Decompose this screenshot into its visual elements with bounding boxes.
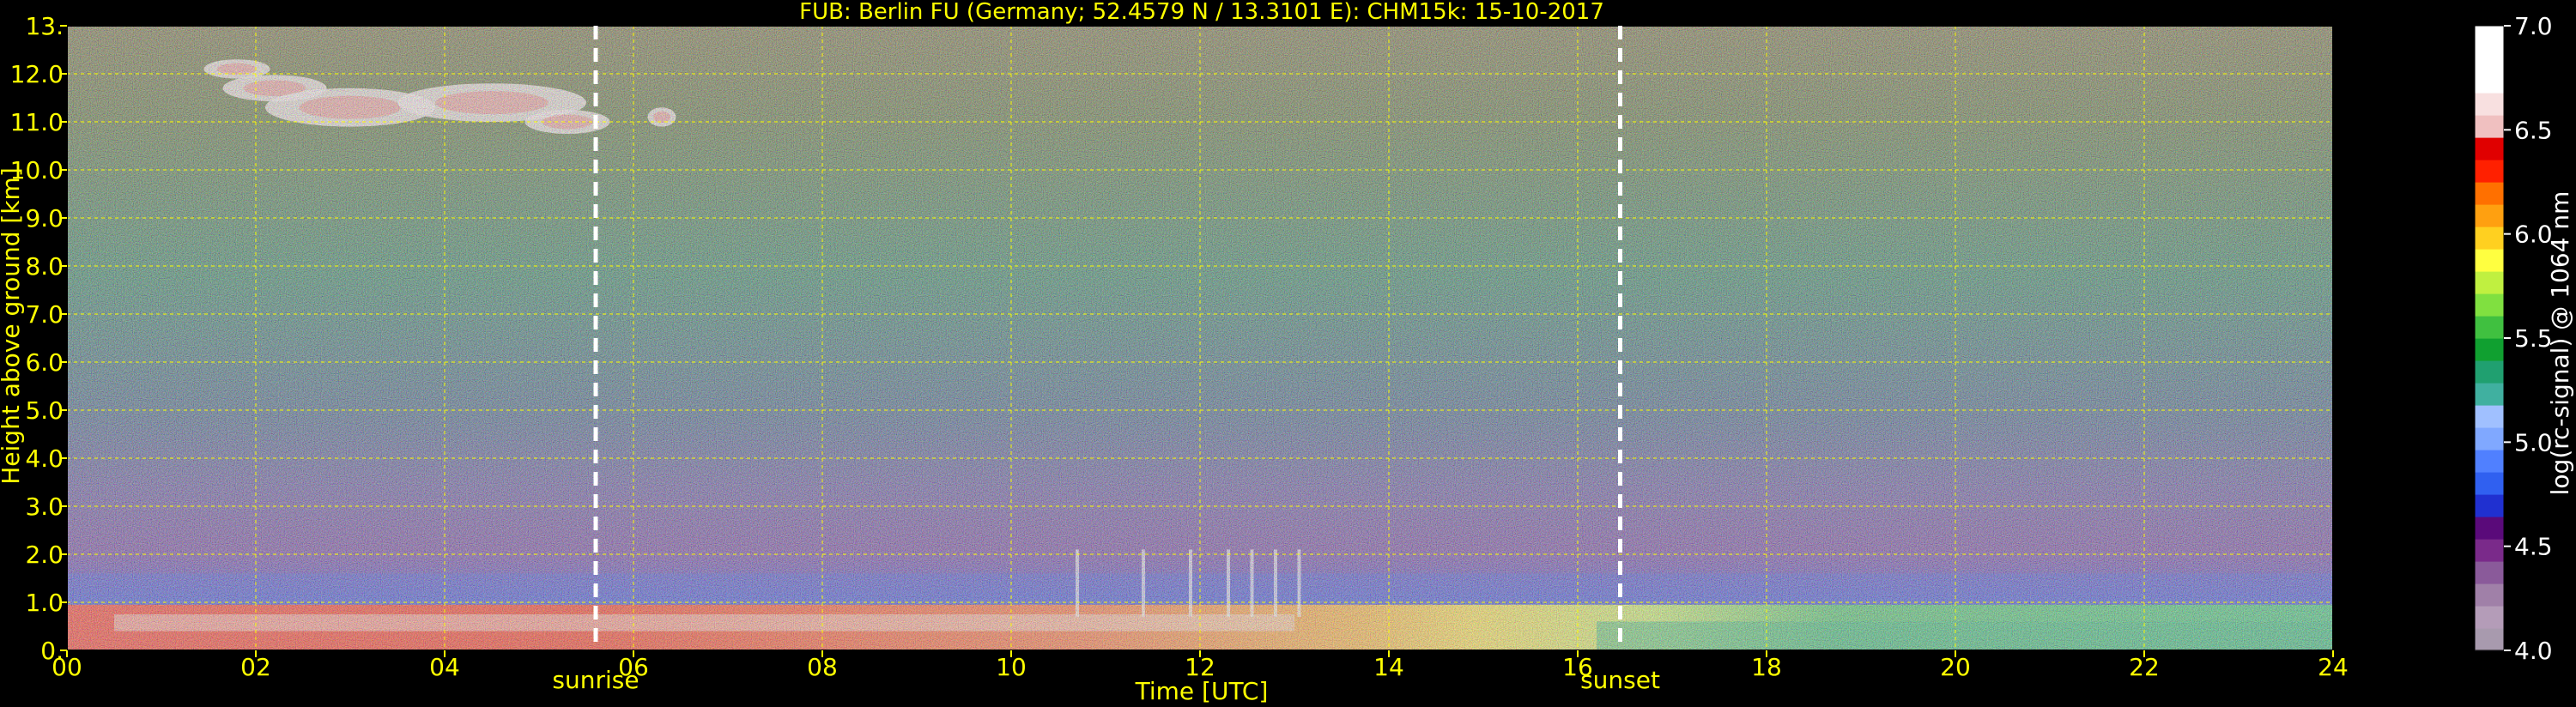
colorbar-label: log(rc-signal) @ 1064 nm: [2546, 191, 2574, 496]
colorbar-segment: [2475, 182, 2504, 205]
y-tick-label: 3.0: [25, 492, 64, 521]
colorbar-segment: [2475, 472, 2504, 495]
y-axis-label: Height above ground [km]: [0, 167, 25, 485]
colorbar-segment: [2475, 561, 2504, 584]
y-tick-label: 9.0: [25, 204, 64, 233]
colorbar-segment: [2475, 204, 2504, 227]
chart-title: FUB: Berlin FU (Germany; 52.4579 N / 13.…: [799, 0, 1604, 25]
colorbar-segment: [2475, 316, 2504, 339]
x-tick-label: 00: [52, 653, 82, 681]
colorbar-segment: [2475, 405, 2504, 428]
colorbar-segment: [2475, 360, 2504, 384]
colorbar-segment: [2475, 338, 2504, 361]
y-tick-label: 1.0: [25, 589, 64, 617]
colorbar-segment: [2475, 383, 2504, 406]
ceilometer-chart: sunrise sunset FUB: Berlin FU (Germany; 5…: [0, 0, 2574, 705]
colorbar-segment: [2475, 271, 2504, 294]
y-tick-label: 5.0: [25, 396, 64, 425]
colorbar-tick-label: 6.5: [2514, 116, 2553, 144]
colorbar-segment: [2475, 450, 2504, 473]
x-tick-label: 08: [807, 653, 838, 681]
y-tick-label: 4.0: [25, 444, 64, 473]
colorbar-segment: [2475, 70, 2504, 94]
colorbar-tick-label: 4.5: [2514, 533, 2553, 561]
x-tick-label: 06: [618, 653, 649, 681]
colorbar-segment: [2475, 48, 2504, 71]
colorbar-segment: [2475, 115, 2504, 138]
x-axis-label: Time [UTC]: [1135, 677, 1269, 705]
x-tick-label: 02: [240, 653, 271, 681]
colorbar-segment: [2475, 583, 2504, 607]
colorbar-segment: [2475, 249, 2504, 272]
colorbar-segment: [2475, 517, 2504, 540]
y-tick-label: 2.0: [25, 541, 64, 569]
x-tick-label: 04: [429, 653, 460, 681]
y-tick-label: 6.0: [25, 348, 64, 377]
colorbar: [2474, 25, 2505, 651]
y-tick-label: 11.0: [10, 108, 64, 136]
y-tick-label: 7.0: [25, 300, 64, 329]
colorbar-segment: [2475, 93, 2504, 116]
x-tick-label: 24: [2318, 653, 2349, 681]
colorbar-segment: [2475, 427, 2504, 450]
colorbar-segment: [2475, 494, 2504, 517]
colorbar-segment: [2475, 539, 2504, 562]
colorbar-segment: [2475, 628, 2504, 651]
colorbar-segment: [2475, 606, 2504, 629]
x-tick-label: 20: [1940, 653, 1971, 681]
x-tick-label: 16: [1562, 653, 1593, 681]
x-tick-label: 22: [2129, 653, 2160, 681]
colorbar-segment: [2475, 293, 2504, 317]
y-tick-label: 13.: [25, 12, 64, 40]
colorbar-segment: [2475, 137, 2504, 160]
colorbar-tick-label: 4.0: [2514, 637, 2553, 665]
x-tick-label: 10: [996, 653, 1027, 681]
colorbar-segment: [2475, 26, 2504, 49]
x-tick-label: 18: [1751, 653, 1782, 681]
y-tick-label: 12.0: [10, 60, 64, 88]
x-tick-label: 14: [1373, 653, 1404, 681]
colorbar-tick-label: 7.0: [2514, 12, 2553, 40]
colorbar-segment: [2475, 160, 2504, 183]
y-tick-label: 8.0: [25, 252, 64, 281]
colorbar-segment: [2475, 227, 2504, 250]
